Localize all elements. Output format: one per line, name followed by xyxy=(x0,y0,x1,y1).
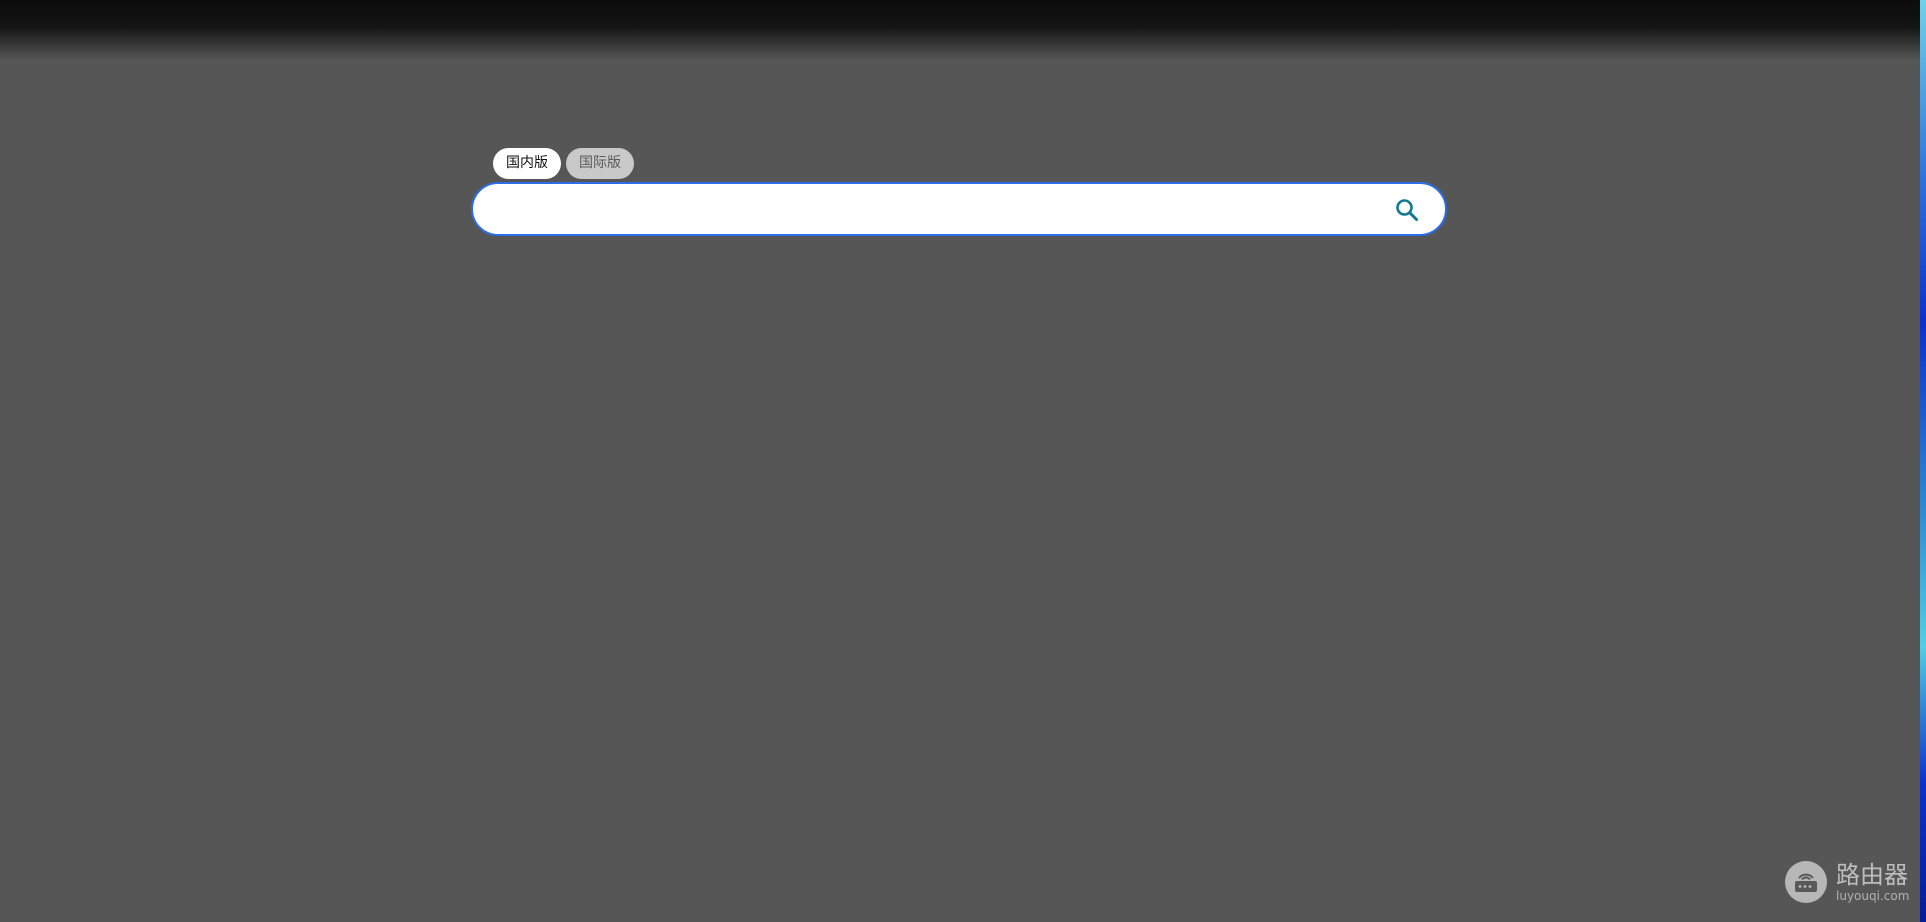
search-button[interactable] xyxy=(1393,196,1421,224)
tab-domestic[interactable]: 国内版 xyxy=(493,148,561,179)
desktop-wallpaper-edge xyxy=(1920,0,1926,922)
tab-international[interactable]: 国际版 xyxy=(566,148,634,179)
top-gradient-bar xyxy=(0,0,1926,60)
search-bar xyxy=(471,182,1447,236)
search-icon xyxy=(1396,199,1418,221)
search-input[interactable] xyxy=(497,184,1381,236)
watermark-title: 路由器 xyxy=(1836,860,1908,889)
search-scope-tabs: 国内版 国际版 xyxy=(493,148,634,179)
watermark: 路由器 luyouqi.com xyxy=(1784,858,1909,906)
router-logo-icon xyxy=(1785,861,1827,903)
watermark-subtitle: luyouqi.com xyxy=(1836,888,1910,903)
